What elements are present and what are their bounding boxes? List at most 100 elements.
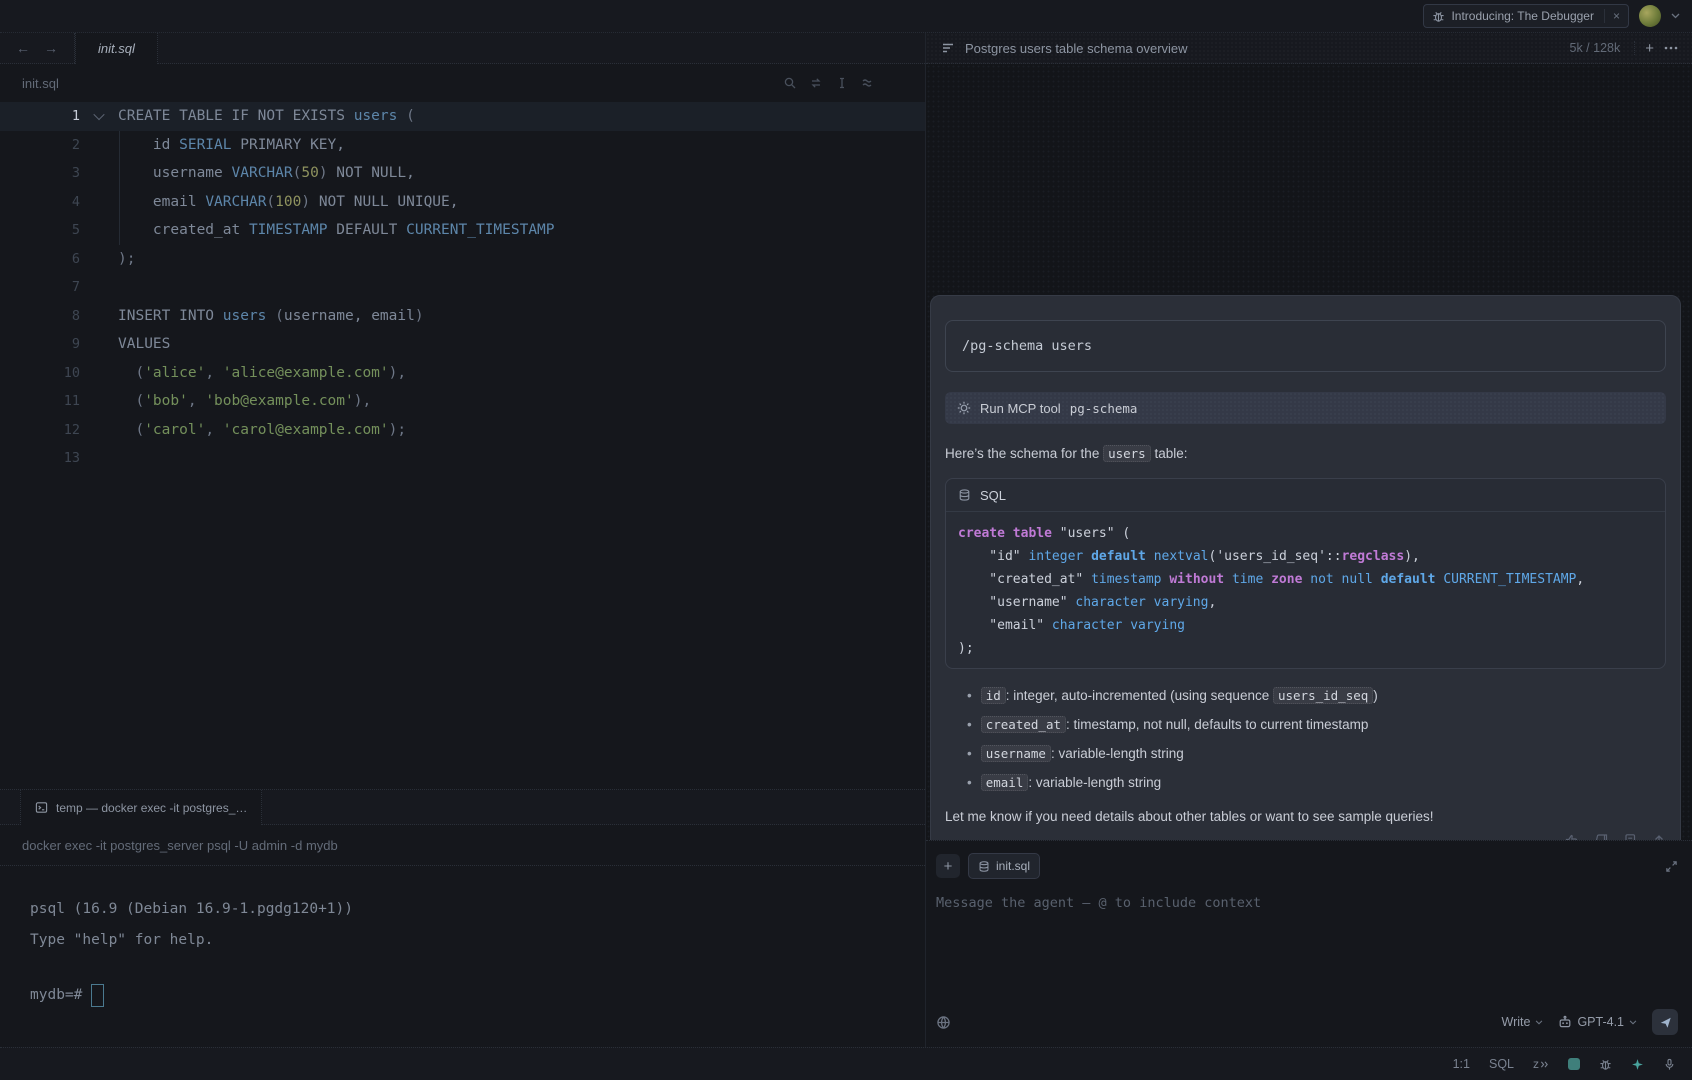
schema-bullet: username: variable-length string bbox=[967, 739, 1666, 768]
chevron-down-icon bbox=[1535, 1020, 1543, 1025]
database-icon bbox=[978, 860, 990, 873]
tab-init-sql[interactable]: init.sql bbox=[75, 33, 158, 64]
debugger-badge-label: Introducing: The Debugger bbox=[1451, 9, 1594, 23]
debugger-announcement-badge[interactable]: Introducing: The Debugger × bbox=[1423, 4, 1629, 28]
sql-block-header[interactable]: SQL bbox=[946, 479, 1665, 512]
microphone-icon[interactable] bbox=[1663, 1058, 1676, 1071]
breadcrumb-bar: init.sql bbox=[0, 64, 925, 102]
message-actions bbox=[945, 833, 1666, 840]
chevron-down-icon bbox=[1629, 1020, 1637, 1025]
robot-icon bbox=[1558, 1015, 1572, 1029]
sparkle-icon[interactable] bbox=[1631, 1058, 1644, 1071]
history-nav: ← → bbox=[0, 33, 75, 63]
expand-composer-icon[interactable] bbox=[1665, 860, 1678, 873]
thumbs-down-icon[interactable] bbox=[1594, 833, 1608, 840]
code-editor[interactable]: 1CREATE TABLE IF NOT EXISTS users (2 id … bbox=[0, 102, 925, 789]
assistant-outro: Let me know if you need details about ot… bbox=[945, 807, 1666, 827]
editor-line[interactable]: 3 username VARCHAR(50) NOT NULL, bbox=[0, 159, 925, 188]
context-chip-init-sql[interactable]: init.sql bbox=[968, 853, 1040, 879]
title-bar: Introducing: The Debugger × bbox=[0, 0, 1692, 33]
indent-guide bbox=[119, 131, 120, 245]
debugger-icon[interactable] bbox=[1599, 1058, 1612, 1071]
schema-bullet: created_at: timestamp, not null, default… bbox=[967, 710, 1666, 739]
editor-line[interactable]: 9VALUES bbox=[0, 330, 925, 359]
assistant-intro: Here’s the schema for the users table: bbox=[945, 444, 1666, 464]
editor-line[interactable]: 7 bbox=[0, 273, 925, 302]
message-input[interactable]: Message the agent — @ to include context bbox=[936, 895, 1678, 1009]
terminal-tab-label: temp — docker exec -it postgres_… bbox=[56, 801, 247, 815]
terminal-breadcrumb[interactable]: docker exec -it postgres_server psql -U … bbox=[0, 825, 925, 866]
terminal-prompt[interactable]: mydb=# bbox=[30, 980, 925, 1011]
context-chip-label: init.sql bbox=[996, 859, 1030, 873]
sql-code: create table "users" ( "id" integer defa… bbox=[946, 512, 1665, 668]
composer-controls: Write bbox=[936, 1009, 1678, 1035]
composer-context-row: + init.sql bbox=[936, 853, 1678, 879]
replace-icon[interactable] bbox=[809, 76, 823, 90]
mode-selector[interactable]: Write bbox=[1502, 1015, 1544, 1029]
thread-scroll-area[interactable]: /pg-schema users Run MCP tool pg-schema … bbox=[926, 64, 1692, 840]
new-thread-button[interactable]: + bbox=[1645, 40, 1654, 57]
editor-line[interactable]: 12 ('carol', 'carol@example.com'); bbox=[0, 416, 925, 445]
send-button[interactable] bbox=[1652, 1009, 1678, 1035]
terminal-output[interactable]: psql (16.9 (Debian 16.9-1.pgdg120+1))Typ… bbox=[0, 866, 925, 1047]
editor-line[interactable]: 2 id SERIAL PRIMARY KEY, bbox=[0, 131, 925, 160]
forward-icon[interactable]: → bbox=[44, 40, 58, 56]
editor-line[interactable]: 10 ('alice', 'alice@example.com'), bbox=[0, 359, 925, 388]
schema-bullets: id: integer, auto-incremented (using seq… bbox=[945, 681, 1666, 797]
thread-title[interactable]: Postgres users table schema overview bbox=[965, 41, 1560, 56]
editor-line[interactable]: 4 email VARCHAR(100) NOT NULL UNIQUE, bbox=[0, 188, 925, 217]
bug-icon bbox=[1432, 10, 1445, 23]
language-server-icon[interactable] bbox=[1568, 1058, 1580, 1070]
sql-block-label: SQL bbox=[980, 488, 1006, 503]
zed-window: Introducing: The Debugger × ← → init.sql bbox=[0, 0, 1692, 1080]
sql-code-block: SQL create table "users" ( "id" integer … bbox=[945, 478, 1666, 669]
terminal-panel: temp — docker exec -it postgres_… docker… bbox=[0, 789, 925, 1047]
message-composer: + init.sql bbox=[926, 840, 1692, 1047]
tab-label: init.sql bbox=[98, 41, 135, 56]
user-message[interactable]: /pg-schema users bbox=[945, 320, 1666, 372]
chevron-down-icon[interactable] bbox=[1671, 13, 1680, 19]
schema-bullet: id: integer, auto-incremented (using seq… bbox=[967, 681, 1666, 710]
gear-icon bbox=[957, 401, 971, 415]
tool-call-row[interactable]: Run MCP tool pg-schema bbox=[945, 392, 1666, 424]
fold-chevron-icon[interactable] bbox=[80, 112, 118, 120]
thumbs-up-icon[interactable] bbox=[1565, 833, 1579, 840]
tab-bar: ← → init.sql bbox=[0, 33, 925, 64]
editor-line[interactable]: 11 ('bob', 'bob@example.com'), bbox=[0, 387, 925, 416]
editor-line[interactable]: 8INSERT INTO users (username, email) bbox=[0, 302, 925, 331]
language-selector[interactable]: SQL bbox=[1489, 1057, 1514, 1071]
breadcrumb[interactable]: init.sql bbox=[22, 76, 59, 91]
add-context-button[interactable]: + bbox=[936, 854, 960, 878]
cursor-icon[interactable] bbox=[835, 76, 849, 90]
scroll-to-top-icon[interactable] bbox=[1652, 833, 1666, 840]
editor-lines: 1CREATE TABLE IF NOT EXISTS users (2 id … bbox=[0, 102, 925, 473]
close-icon[interactable]: × bbox=[1604, 9, 1620, 23]
tool-call-label: Run MCP tool bbox=[980, 401, 1061, 416]
editor-pane: ← → init.sql init.sql bbox=[0, 33, 926, 1047]
wrap-guides-icon[interactable] bbox=[861, 76, 875, 90]
terminal-icon bbox=[35, 801, 48, 814]
globe-icon[interactable] bbox=[936, 1015, 951, 1030]
editor-line[interactable]: 5 created_at TIMESTAMP DEFAULT CURRENT_T… bbox=[0, 216, 925, 245]
terminal-tab[interactable]: temp — docker exec -it postgres_… bbox=[20, 790, 262, 825]
agent-panel: Postgres users table schema overview 5k … bbox=[926, 33, 1692, 1047]
tool-name: pg-schema bbox=[1070, 401, 1138, 416]
back-icon[interactable]: ← bbox=[16, 40, 30, 56]
panel-menu-icon[interactable] bbox=[1664, 46, 1678, 50]
avatar[interactable] bbox=[1639, 5, 1661, 27]
model-selector[interactable]: GPT-4.1 bbox=[1558, 1015, 1637, 1029]
schema-bullet: email: variable-length string bbox=[967, 768, 1666, 797]
editor-line[interactable]: 13 bbox=[0, 444, 925, 473]
agent-panel-header: Postgres users table schema overview 5k … bbox=[926, 33, 1692, 64]
edit-prediction-icon[interactable]: z bbox=[1533, 1057, 1549, 1071]
editor-line[interactable]: 6); bbox=[0, 245, 925, 274]
editor-line[interactable]: 1CREATE TABLE IF NOT EXISTS users ( bbox=[0, 102, 925, 131]
conversation-card: /pg-schema users Run MCP tool pg-schema … bbox=[930, 295, 1681, 840]
copy-icon[interactable] bbox=[1623, 833, 1637, 840]
cursor-position[interactable]: 1:1 bbox=[1453, 1057, 1470, 1071]
main-split: ← → init.sql init.sql bbox=[0, 33, 1692, 1047]
token-count: 5k / 128k bbox=[1570, 41, 1636, 55]
status-bar: 1:1 SQL z bbox=[0, 1047, 1692, 1080]
search-icon[interactable] bbox=[783, 76, 797, 90]
thread-list-icon[interactable] bbox=[941, 41, 955, 55]
